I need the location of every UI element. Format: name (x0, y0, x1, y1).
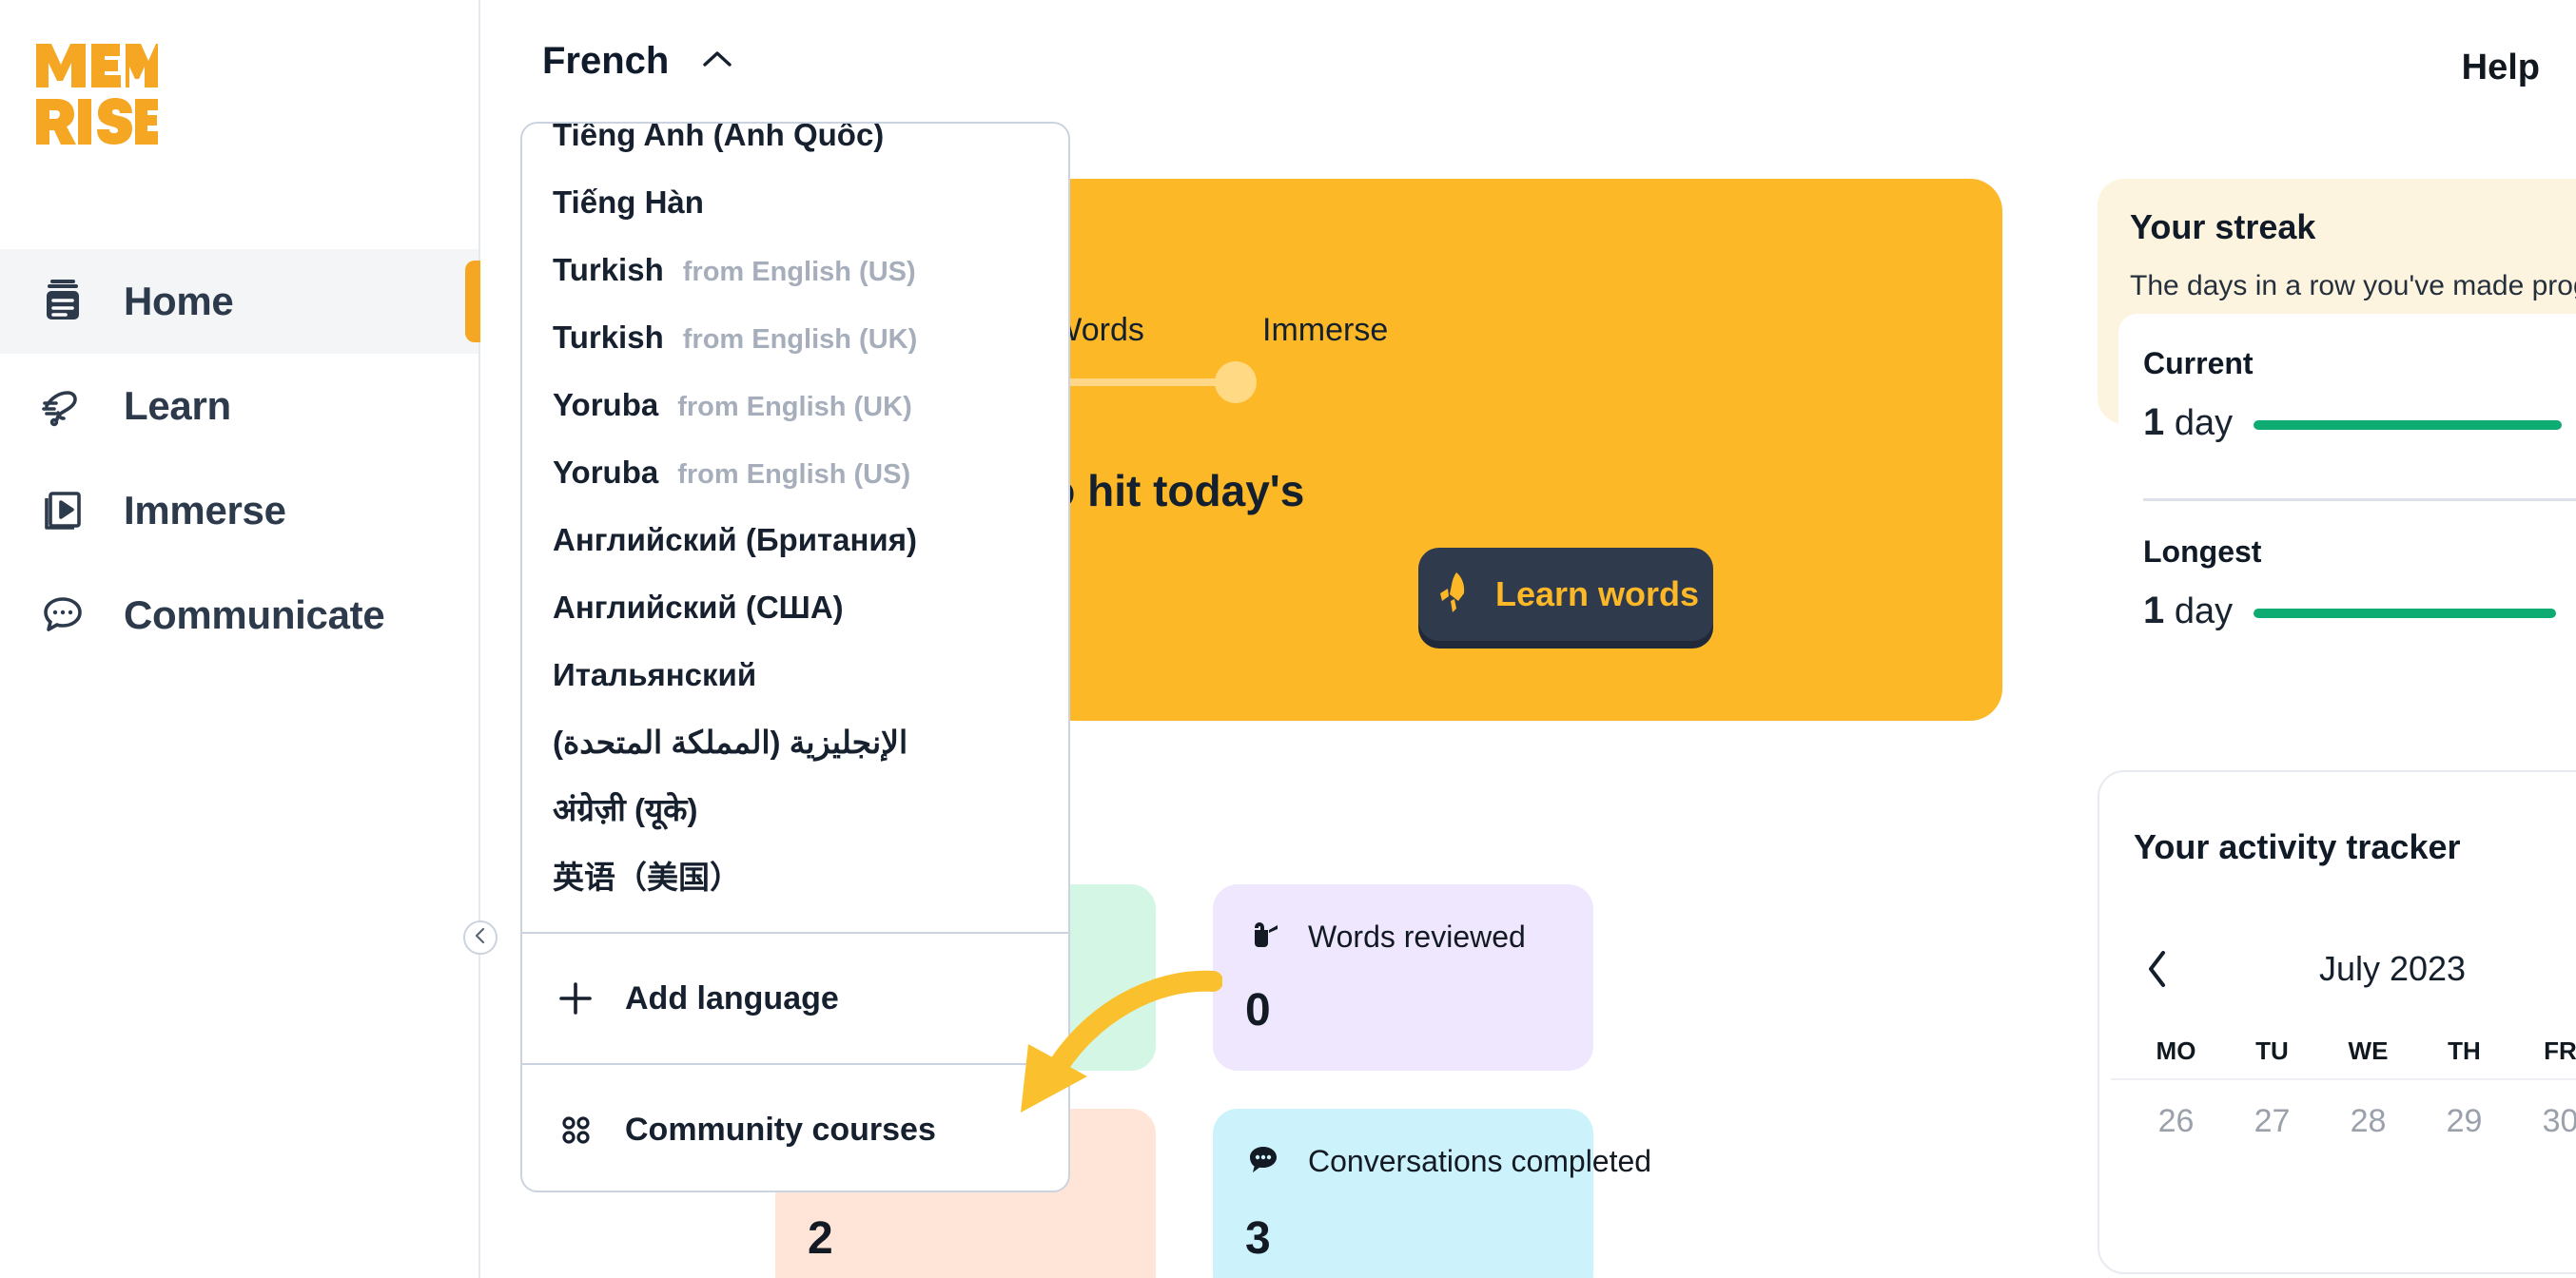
language-option-name: Tiếng Hàn (553, 184, 704, 220)
stat-value: 3 (1245, 1213, 1271, 1264)
calendar-dow: MO (2156, 1036, 2196, 1065)
plus-icon (556, 979, 595, 1017)
language-option-name: Итальянский (553, 657, 757, 692)
learn-words-button[interactable]: Learn words (1418, 548, 1713, 641)
watering-can-icon (1245, 917, 1281, 958)
streak-current-bar (2254, 420, 2562, 430)
language-option[interactable]: Английский (Британия) (522, 506, 1068, 573)
activity-tracker-title: Your activity tracker (2134, 827, 2461, 866)
language-option-name: Английский (Британия) (553, 522, 917, 557)
streak-title: Your streak (2130, 207, 2316, 246)
language-dropdown: Tiếng Anh (Anh Quốc) Tiếng Hàn Turkish f… (520, 122, 1070, 1192)
language-switcher[interactable]: French (542, 40, 733, 83)
sidebar-item-label: Home (124, 279, 234, 323)
learn-words-button-label: Learn words (1494, 574, 1700, 613)
immerse-video-icon (34, 482, 91, 539)
sidebar-item-learn[interactable]: Learn (0, 354, 478, 458)
streak-divider (2143, 498, 2576, 501)
language-option[interactable]: 英语（美国） (522, 843, 1068, 911)
calendar-weekday-header: MO TU WE TH FR SA S (2128, 1036, 2576, 1066)
memrise-logo[interactable] (34, 38, 158, 150)
home-icon (34, 273, 91, 330)
stat-card-words-reviewed[interactable]: Words reviewed 0 (1213, 884, 1593, 1071)
streak-current-label: Current (2143, 346, 2254, 380)
streak-current-value: 1 day (2143, 401, 2234, 443)
chat-dots-icon (1245, 1141, 1281, 1182)
calendar-day[interactable]: 27 (2224, 1103, 2320, 1140)
calendar-header-divider (2111, 1078, 2576, 1080)
chat-bubble-icon (34, 587, 91, 644)
language-option[interactable]: Tiếng Hàn (522, 168, 1068, 236)
stepper-dot-immerse[interactable] (1215, 361, 1257, 403)
language-option[interactable]: अंग्रेज़ी (यूके) (522, 776, 1068, 843)
language-dropdown-list[interactable]: Tiếng Anh (Anh Quốc) Tiếng Hàn Turkish f… (522, 124, 1068, 932)
stat-label: Words reviewed (1308, 920, 1526, 954)
sidebar: Home Learn Immerse Communicate (0, 0, 498, 1278)
stat-value: 0 (1245, 985, 1271, 1036)
calendar-dow: WE (2348, 1036, 2389, 1065)
sidebar-item-label: Immerse (124, 488, 286, 532)
sidebar-item-label: Communicate (124, 592, 385, 637)
stat-value: 2 (808, 1213, 833, 1264)
language-option-name: Turkish (553, 320, 664, 355)
calendar-dow: FR (2544, 1036, 2576, 1065)
calendar-day[interactable]: 30 (2512, 1103, 2576, 1140)
streak-longest-bar (2254, 609, 2556, 618)
activity-tracker-card: Your activity tracker July 2023 MO TU WE… (2098, 770, 2576, 1274)
calendar-day[interactable]: 29 (2416, 1103, 2512, 1140)
language-option-name: Turkish (553, 252, 664, 287)
language-option[interactable]: Tiếng Anh (Anh Quốc) (522, 124, 1068, 168)
calendar-dow: TU (2255, 1036, 2289, 1065)
sidebar-item-immerse[interactable]: Immerse (0, 458, 478, 563)
streak-longest-label: Longest (2143, 534, 2262, 569)
calendar-dow: TH (2448, 1036, 2481, 1065)
sidebar-item-communicate[interactable]: Communicate (0, 563, 478, 668)
streak-subtitle: The days in a row you've made progress t… (2130, 270, 2576, 301)
language-option[interactable]: Английский (США) (522, 573, 1068, 641)
language-option-name: Английский (США) (553, 590, 844, 625)
language-option-name: Yoruba (553, 455, 659, 490)
streak-longest-value: 1 day (2143, 590, 2234, 631)
grid-dots-icon (556, 1111, 595, 1149)
language-switcher-label: French (542, 40, 670, 82)
language-option-source: from English (US) (682, 257, 916, 287)
language-option-name: الإنجليزية (المملكة المتحدة) (553, 725, 908, 760)
language-option-name: 英语（美国） (553, 860, 741, 895)
language-option-source: from English (US) (677, 459, 911, 490)
community-courses-label: Community courses (625, 1111, 936, 1148)
language-option-name: अंग्रेज़ी (यूके) (553, 792, 698, 827)
calendar-week-row: 26 27 28 29 30 1 2 (2128, 1103, 2576, 1140)
learn-hand-icon (34, 378, 91, 435)
calendar-day[interactable]: 26 (2128, 1103, 2224, 1140)
stat-label: Conversations completed (1308, 1144, 1652, 1178)
calendar-day[interactable]: 28 (2320, 1103, 2416, 1140)
language-option[interactable]: Yoruba from English (UK) (522, 371, 1068, 438)
language-option[interactable]: Turkish from English (UK) (522, 303, 1068, 371)
streak-panel: Current 1 day Longest 1 day (2118, 314, 2576, 713)
language-option[interactable]: Turkish from English (US) (522, 236, 1068, 303)
language-option[interactable]: Yoruba from English (US) (522, 438, 1068, 506)
calendar-month-label: July 2023 (2318, 949, 2467, 988)
chevron-left-icon (474, 927, 487, 949)
chevron-up-icon (701, 48, 733, 74)
language-option[interactable]: الإنجليزية (المملكة المتحدة) (522, 708, 1068, 776)
language-option-name: Yoruba (553, 387, 659, 422)
add-language-label: Add language (625, 979, 839, 1017)
language-option[interactable]: Итальянский (522, 641, 1068, 708)
community-courses-button[interactable]: Community courses (522, 1065, 1068, 1194)
language-option-name: Tiếng Anh (Anh Quốc) (553, 124, 885, 152)
language-option-source: from English (UK) (682, 324, 918, 355)
language-option-source: from English (UK) (677, 392, 912, 422)
step-label-immerse: Immerse (1262, 312, 1389, 348)
sidebar-nav: Home Learn Immerse Communicate (0, 249, 480, 668)
sidebar-item-label: Learn (124, 383, 231, 428)
sidebar-item-home[interactable]: Home (0, 249, 480, 354)
add-language-button[interactable]: Add language (522, 934, 1068, 1063)
rocket-icon (1433, 570, 1473, 620)
stat-card-conversations-completed[interactable]: Conversations completed 3 (1213, 1109, 1651, 1278)
sidebar-collapse-toggle[interactable] (463, 920, 498, 955)
